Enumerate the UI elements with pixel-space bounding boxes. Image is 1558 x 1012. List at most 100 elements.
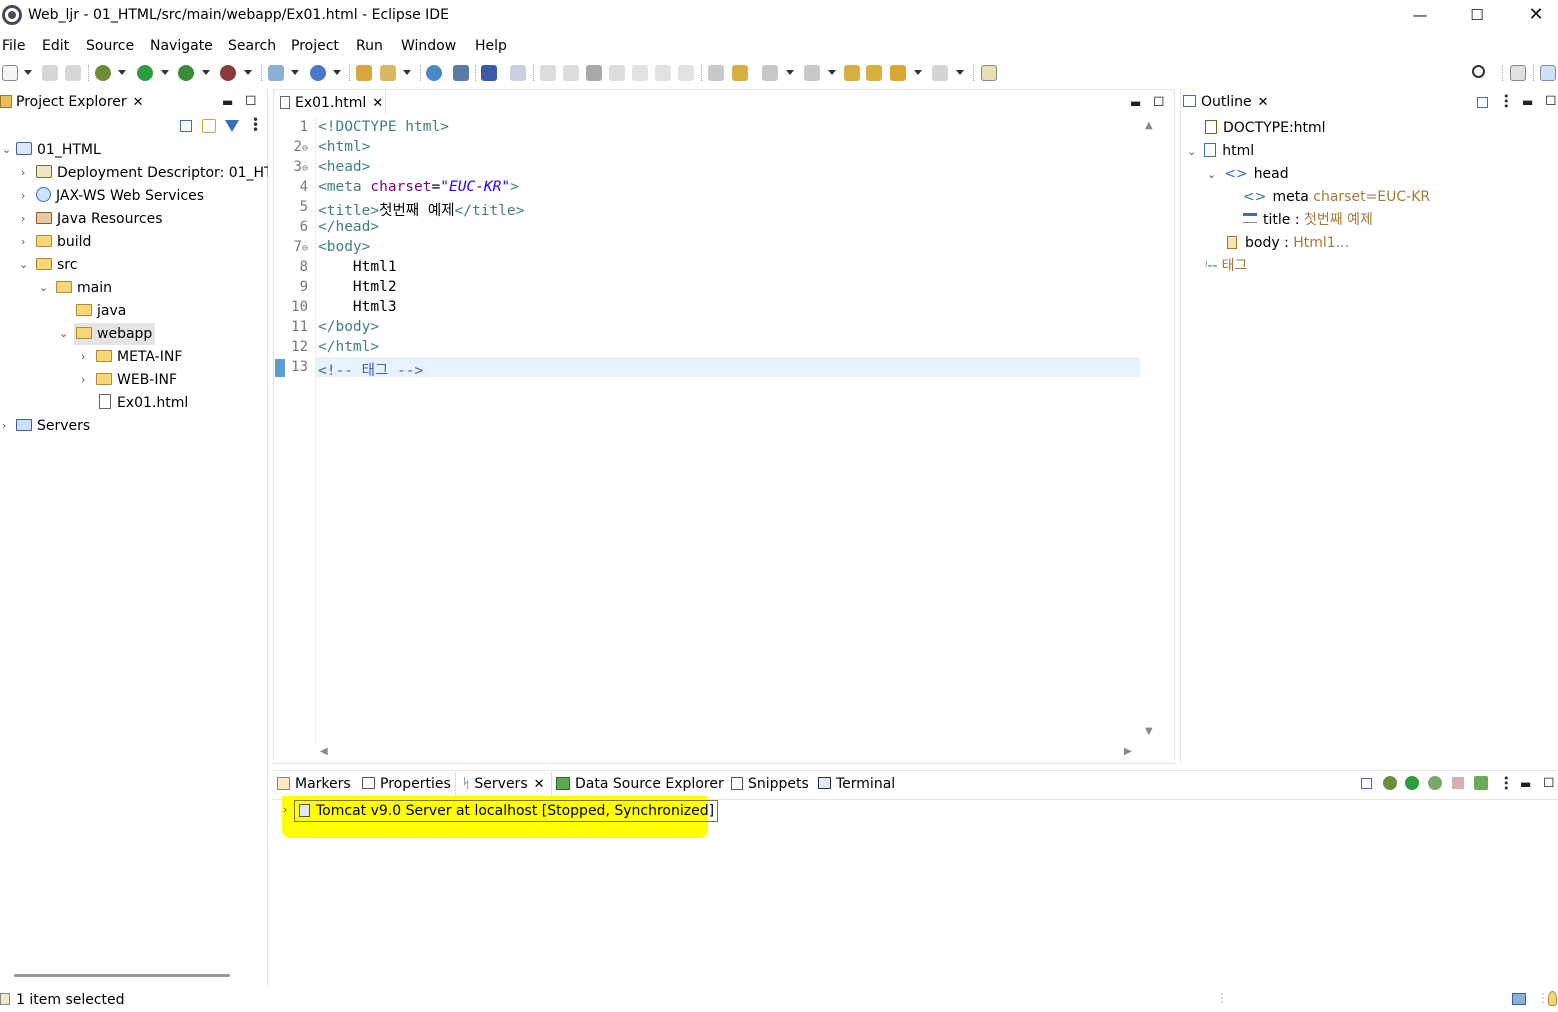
code-line[interactable]: Html3	[318, 299, 397, 315]
tab-servers[interactable]: ᛋ Servers ✕	[455, 772, 552, 797]
start-server-icon[interactable]	[1405, 776, 1419, 790]
profile-server-icon[interactable]	[1428, 776, 1442, 790]
tree-item-web-inf[interactable]: › WEB-INF	[0, 369, 268, 391]
code-line[interactable]: </body>	[318, 319, 379, 335]
search-tool-icon[interactable]	[380, 65, 396, 81]
menu-search[interactable]: Search	[228, 38, 276, 54]
forward-edit-icon[interactable]	[866, 65, 882, 81]
disconnect-icon[interactable]	[609, 65, 625, 81]
back-dropdown-icon[interactable]	[914, 70, 922, 75]
save-icon[interactable]	[42, 65, 58, 81]
maximize-view-icon[interactable]: ◻	[1153, 93, 1165, 109]
code-line[interactable]: <!-- 태그 -->	[318, 359, 423, 380]
progress-icon[interactable]	[1512, 993, 1526, 1005]
step-into-icon[interactable]	[632, 65, 648, 81]
view-menu-icon[interactable]: • • •	[252, 114, 259, 136]
menu-project[interactable]: Project	[291, 38, 339, 54]
back-icon[interactable]	[890, 65, 906, 81]
save-all-icon[interactable]	[65, 65, 81, 81]
new-class-icon[interactable]	[310, 65, 326, 81]
menu-file[interactable]: File	[2, 38, 25, 54]
filter-icon[interactable]	[225, 120, 239, 132]
server-entry-tomcat[interactable]: Tomcat v9.0 Server at localhost [Stopped…	[294, 800, 719, 822]
tree-item-ex01-html[interactable]: Ex01.html	[0, 392, 268, 414]
code-line[interactable]: </html>	[318, 339, 379, 355]
search-dropdown-icon[interactable]	[403, 70, 411, 75]
tree-item-main[interactable]: ⌄ main	[0, 277, 268, 299]
code-line[interactable]: <head>	[318, 159, 370, 175]
menu-edit[interactable]: Edit	[42, 38, 69, 54]
step-over-icon[interactable]	[655, 65, 671, 81]
code-line[interactable]: </head>	[318, 219, 379, 235]
close-tab-icon[interactable]: ✕	[372, 91, 383, 116]
suspend-icon[interactable]	[563, 65, 579, 81]
menu-navigate[interactable]: Navigate	[150, 38, 213, 54]
minimize-view-icon[interactable]: ▬	[1520, 777, 1531, 791]
code-line[interactable]: Html2	[318, 279, 397, 295]
tab-markers[interactable]: Markers	[277, 772, 351, 797]
tab-project-explorer[interactable]: Project Explorer ✕	[0, 90, 148, 115]
tree-item-jaxws[interactable]: › JAX-WS Web Services	[0, 185, 268, 207]
code-line[interactable]: <title>첫번째 예제</title>	[318, 199, 524, 220]
menu-run[interactable]: Run	[356, 38, 383, 54]
tab-terminal[interactable]: Terminal	[818, 772, 895, 797]
minimize-view-icon[interactable]: ▬	[1130, 96, 1141, 110]
pin-editor-icon[interactable]	[981, 65, 997, 81]
tree-item-webapp[interactable]: ⌄ webapp	[0, 323, 268, 345]
coverage-icon[interactable]	[178, 65, 194, 81]
view-menu-icon[interactable]: • • •	[1503, 773, 1510, 794]
code-line[interactable]: Html1	[318, 259, 397, 275]
outline-item-meta[interactable]: <> meta charset=EUC-KR	[1243, 186, 1430, 208]
maximize-view-icon[interactable]: ◻	[1543, 774, 1555, 790]
tree-item-deployment-descriptor[interactable]: › Deployment Descriptor: 01_HTML	[0, 162, 268, 184]
minimize-icon[interactable]: —	[1408, 4, 1432, 26]
tab-data-source-explorer[interactable]: Data Source Explorer	[556, 772, 724, 797]
previous-annotation-icon[interactable]	[804, 65, 820, 81]
menu-help[interactable]: Help	[475, 38, 507, 54]
close-tab-icon[interactable]: ✕	[133, 90, 144, 115]
stop-server-icon[interactable]	[1452, 777, 1464, 789]
tab-ex01-html[interactable]: Ex01.html ✕	[274, 91, 386, 116]
code-line[interactable]: <body>	[318, 239, 370, 255]
close-tab-icon[interactable]: ✕	[1258, 90, 1269, 115]
link-editor-icon[interactable]	[202, 119, 216, 133]
scroll-up-icon[interactable]: ▲	[1145, 120, 1153, 131]
javaee-perspective-icon[interactable]	[1540, 65, 1556, 81]
debug-icon[interactable]	[95, 65, 111, 81]
tree-item-project[interactable]: ⌄ 01_HTML	[0, 139, 268, 161]
tip-lightbulb-icon[interactable]	[1548, 991, 1557, 1006]
tree-item-servers[interactable]: › Servers	[0, 415, 268, 437]
step-return-icon[interactable]	[678, 65, 694, 81]
close-tab-icon[interactable]: ✕	[534, 772, 545, 797]
outline-item-head[interactable]: ⌄ <> head	[1207, 163, 1289, 185]
scroll-down-icon[interactable]: ▼	[1145, 726, 1153, 737]
open-perspective-icon[interactable]	[1510, 65, 1526, 81]
debug-server-icon[interactable]	[1383, 776, 1397, 790]
run-dropdown-icon[interactable]	[161, 70, 169, 75]
tree-item-build[interactable]: › build	[0, 231, 268, 253]
forward-dropdown-icon[interactable]	[956, 70, 964, 75]
new-icon[interactable]	[2, 65, 18, 81]
expand-server-icon[interactable]: ›	[283, 803, 287, 816]
tree-item-meta-inf[interactable]: › META-INF	[0, 346, 268, 368]
new-dropdown-icon[interactable]	[24, 70, 32, 75]
terminal-tool-icon[interactable]	[510, 65, 526, 81]
close-icon[interactable]: ✕	[1524, 4, 1548, 26]
browser-icon[interactable]	[426, 65, 442, 81]
tree-item-src[interactable]: ⌄ src	[0, 254, 268, 276]
external-tools-dropdown-icon[interactable]	[244, 70, 252, 75]
scroll-left-icon[interactable]: ◀	[320, 746, 328, 757]
collapse-all-icon[interactable]	[1361, 778, 1372, 789]
next-annotation-dropdown-icon[interactable]	[786, 70, 794, 75]
code-line[interactable]: <meta charset="EUC-KR">	[318, 179, 519, 195]
horizontal-scrollbar[interactable]	[14, 974, 230, 977]
tab-properties[interactable]: Properties	[362, 772, 451, 797]
drop-to-frame-icon[interactable]	[708, 65, 724, 81]
outline-item-comment[interactable]: ᵎ-- 태그	[1205, 255, 1247, 277]
outline-item-doctype[interactable]: DOCTYPE:html	[1205, 117, 1326, 139]
use-step-filters-icon[interactable]	[732, 65, 748, 81]
coverage-dropdown-icon[interactable]	[202, 70, 210, 75]
menu-window[interactable]: Window	[401, 38, 456, 54]
maximize-icon[interactable]: ☐	[1465, 4, 1489, 26]
previous-annotation-dropdown-icon[interactable]	[828, 70, 836, 75]
